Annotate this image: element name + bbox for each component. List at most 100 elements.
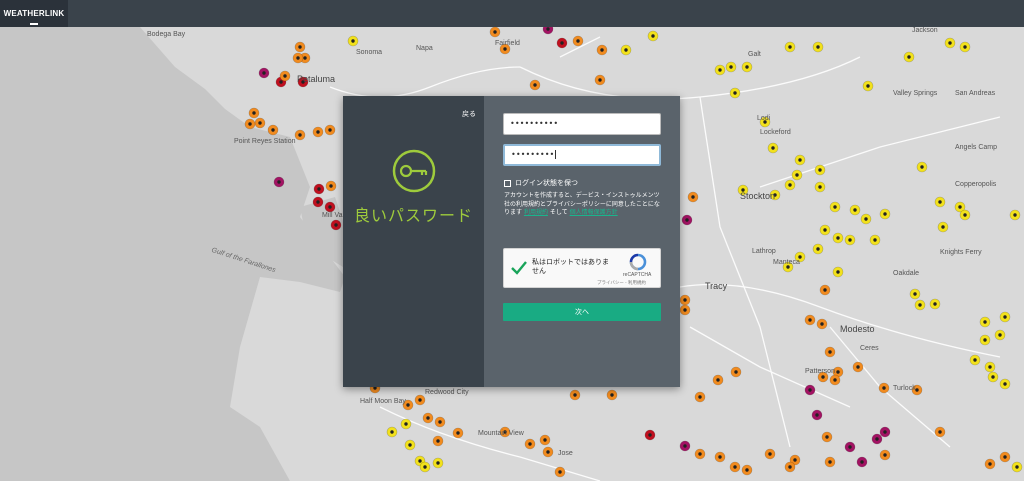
station-marker-dot [600, 48, 604, 52]
top-bar: WEATHERLINK [0, 0, 1024, 27]
station-marker-dot [406, 403, 410, 407]
station-marker-dot [698, 395, 702, 399]
station-marker-dot [283, 74, 287, 78]
signup-modal: 戻る 良いパスワード •••••••••• ••••••••• ログイン状態を保… [343, 96, 680, 387]
station-marker-dot [983, 320, 987, 324]
modal-right-panel: •••••••••• ••••••••• ログイン状態を保つ アカウントを作成す… [484, 96, 680, 387]
map-label: Manteca [773, 259, 800, 266]
station-marker-dot [882, 386, 886, 390]
station-marker-dot [546, 27, 550, 31]
station-marker-dot [734, 370, 738, 374]
next-button[interactable]: 次へ [503, 303, 661, 321]
station-marker-dot [598, 78, 602, 82]
station-marker-dot [543, 438, 547, 442]
map-label: Tracy [705, 281, 728, 291]
station-marker-dot [938, 200, 942, 204]
station-marker-dot [864, 217, 868, 221]
map-label: Jackson [912, 27, 938, 34]
station-marker-dot [823, 288, 827, 292]
station-marker-dot [745, 468, 749, 472]
map-label: Lathrop [752, 248, 776, 255]
station-marker-dot [533, 83, 537, 87]
station-marker-dot [248, 122, 252, 126]
map-label: Petaluma [297, 74, 336, 84]
station-marker-dot [610, 393, 614, 397]
confirm-password-field[interactable]: ••••••••• [503, 144, 661, 166]
weatherlink-logo[interactable]: WEATHERLINK [0, 0, 68, 27]
station-marker-dot [873, 238, 877, 242]
station-marker-dot [683, 298, 687, 302]
checkbox-box[interactable] [504, 179, 511, 187]
station-marker-dot [733, 91, 737, 95]
station-marker-dot [316, 200, 320, 204]
station-marker-dot [279, 80, 283, 84]
station-marker-dot [963, 45, 967, 49]
station-marker-dot [818, 185, 822, 189]
station-marker-dot [729, 65, 733, 69]
station-marker-dot [963, 213, 967, 217]
station-marker-dot [1003, 382, 1007, 386]
station-marker-dot [913, 292, 917, 296]
map-label: Half Moon Bay [360, 398, 406, 405]
station-marker-dot [833, 378, 837, 382]
station-marker-dot [576, 39, 580, 43]
map-label: Mountain View [478, 430, 524, 437]
station-marker-dot [825, 435, 829, 439]
recaptcha-logo-icon [629, 253, 647, 271]
station-marker-dot [258, 121, 262, 125]
station-marker-dot [683, 308, 687, 312]
map-label: Turlock [893, 385, 916, 392]
station-marker-dot [716, 378, 720, 382]
station-marker-dot [271, 128, 275, 132]
terms-notice: アカウントを作成すると、デービス・インストゥルメンツ社の利用規約とプライバシーポ… [504, 192, 662, 218]
station-marker-dot [1013, 213, 1017, 217]
station-marker-dot [875, 437, 879, 441]
station-marker-dot [788, 465, 792, 469]
station-marker-dot [733, 465, 737, 469]
station-marker-dot [948, 41, 952, 45]
station-marker-dot [828, 350, 832, 354]
station-marker-dot [933, 302, 937, 306]
station-marker-dot [303, 56, 307, 60]
station-marker-dot [820, 322, 824, 326]
recaptcha-links[interactable]: プライバシー - 利用規約 [597, 280, 646, 286]
key-icon [392, 149, 436, 193]
map-label: Knights Ferry [940, 249, 982, 256]
station-marker-dot [793, 458, 797, 462]
station-marker-dot [988, 365, 992, 369]
station-marker-dot [683, 444, 687, 448]
back-link[interactable]: 戻る [462, 109, 476, 119]
station-marker-dot [503, 47, 507, 51]
station-marker-dot [423, 465, 427, 469]
station-marker-dot [436, 439, 440, 443]
station-marker-dot [718, 455, 722, 459]
station-marker-dot [836, 370, 840, 374]
map-label: Lockeford [760, 129, 791, 136]
map-label: Valley Springs [893, 90, 938, 97]
station-marker-dot [788, 183, 792, 187]
recaptcha-box[interactable]: 私はロボットではありません reCAPTCHA プライバシー - 利用規約 [503, 248, 661, 288]
privacy-link[interactable]: 個人情報保護方針 [570, 209, 618, 216]
station-marker-dot [828, 460, 832, 464]
station-marker-dot [1015, 465, 1019, 469]
check-icon[interactable] [510, 259, 528, 277]
station-marker-dot [920, 165, 924, 169]
station-marker-dot [493, 30, 497, 34]
station-marker-dot [808, 318, 812, 322]
station-marker-dot [560, 41, 564, 45]
station-marker-dot [771, 146, 775, 150]
station-marker-dot [718, 68, 722, 72]
password-field[interactable]: •••••••••• [503, 113, 661, 135]
station-marker-dot [938, 430, 942, 434]
map-label: Galt [748, 51, 761, 58]
terms-link[interactable]: 利用規約 [524, 209, 548, 216]
station-marker-dot [918, 303, 922, 307]
remember-me-checkbox[interactable]: ログイン状態を保つ [504, 178, 578, 188]
terms-and: そして [549, 209, 568, 216]
station-marker-dot [983, 338, 987, 342]
station-marker-dot [438, 420, 442, 424]
active-tab-indicator [30, 23, 38, 25]
station-marker-dot [860, 460, 864, 464]
station-marker-dot [317, 187, 321, 191]
station-marker-dot [856, 365, 860, 369]
